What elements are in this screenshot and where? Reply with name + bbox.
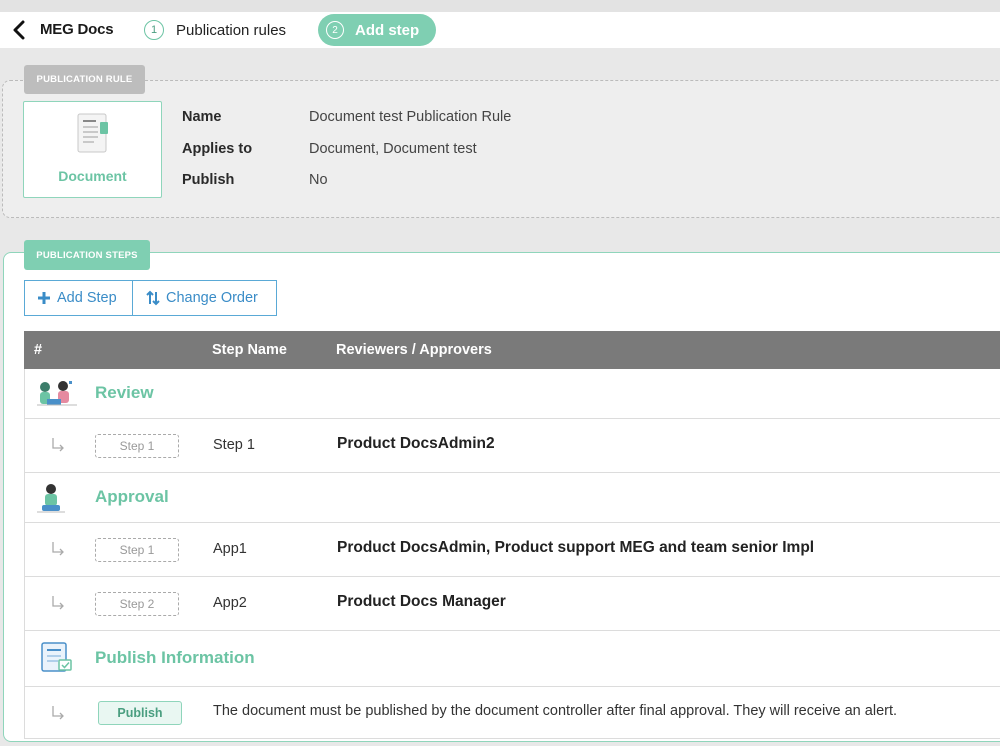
publish-badge: Publish	[98, 701, 182, 725]
step-badge: Step 1	[95, 538, 179, 562]
group-title-publish-information: Publish Information	[95, 648, 255, 667]
wizard-step-label: Add step	[355, 21, 420, 39]
publication-rule-tag: PUBLICATION RULE	[24, 65, 145, 94]
group-row-publish-information: Publish Information	[24, 631, 1000, 687]
rule-field-name-label: Name	[182, 109, 222, 125]
step-badge: Step 2	[95, 592, 179, 616]
rule-field-applies-label: Applies to	[182, 141, 253, 157]
document-icon	[77, 113, 108, 153]
review-icon	[37, 381, 77, 406]
column-header-step-name: Step Name	[212, 342, 287, 358]
publish-info-icon	[41, 642, 72, 672]
step-name: App1	[213, 541, 247, 557]
change-order-label: Change Order	[166, 290, 258, 306]
step-row[interactable]: Step 1 Step 1 Product DocsAdmin2	[24, 419, 1000, 473]
back-button[interactable]	[10, 20, 30, 40]
publication-steps-tag: PUBLICATION STEPS	[24, 240, 150, 270]
subitem-arrow-icon	[52, 438, 64, 452]
approval-icon	[37, 484, 65, 513]
step-reviewers: Product DocsAdmin, Product support MEG a…	[337, 539, 815, 556]
step-reviewers: Product DocsAdmin2	[337, 435, 495, 452]
rule-field-publish-value: No	[309, 172, 328, 188]
step-badge: Step 1	[95, 434, 179, 458]
wizard-step-add-step[interactable]: 2 Add step	[318, 14, 436, 46]
top-strip	[0, 0, 1000, 12]
document-card-label: Document	[58, 168, 127, 184]
app-title: MEG Docs	[40, 21, 114, 38]
rule-field-name-value: Document test Publication Rule	[309, 109, 512, 125]
step-row[interactable]: Step 1 App1 Product DocsAdmin, Product s…	[24, 523, 1000, 577]
subitem-arrow-icon	[52, 596, 64, 610]
document-type-card[interactable]: Document	[23, 101, 162, 198]
wizard-step-publication-rules[interactable]: 1 Publication rules	[144, 18, 286, 42]
step-row[interactable]: Step 2 App2 Product Docs Manager	[24, 577, 1000, 631]
wizard-step-label: Publication rules	[176, 21, 287, 39]
group-title-approval: Approval	[95, 487, 169, 506]
subitem-arrow-icon	[52, 706, 64, 720]
publish-description: The document must be published by the do…	[213, 703, 898, 719]
change-order-button[interactable]: Change Order	[132, 280, 277, 316]
add-step-label: Add Step	[57, 290, 117, 306]
rule-field-applies-value: Document, Document test	[309, 141, 477, 157]
group-row-approval: Approval	[24, 473, 1000, 523]
step-name: Step 1	[213, 437, 255, 453]
chevron-left-icon	[13, 20, 25, 40]
group-title-review: Review	[95, 383, 154, 402]
rule-field-publish-label: Publish	[182, 172, 235, 188]
header-bar: MEG Docs 1 Publication rules 2 Add step	[0, 12, 1000, 48]
steps-table-header: # Step Name Reviewers / Approvers	[24, 331, 1000, 369]
publish-row[interactable]: Publish The document must be published b…	[24, 687, 1000, 739]
column-header-number: #	[34, 342, 43, 358]
sort-icon	[146, 290, 160, 306]
step-reviewers: Product Docs Manager	[337, 593, 506, 610]
add-step-button[interactable]: Add Step	[24, 280, 133, 316]
group-row-review: Review	[24, 369, 1000, 419]
plus-icon	[38, 292, 50, 304]
subitem-arrow-icon	[52, 542, 64, 556]
step-number-circle: 2	[326, 21, 344, 39]
column-header-reviewers: Reviewers / Approvers	[336, 342, 492, 358]
step-name: App2	[213, 595, 247, 611]
step-number-circle: 1	[144, 20, 164, 40]
